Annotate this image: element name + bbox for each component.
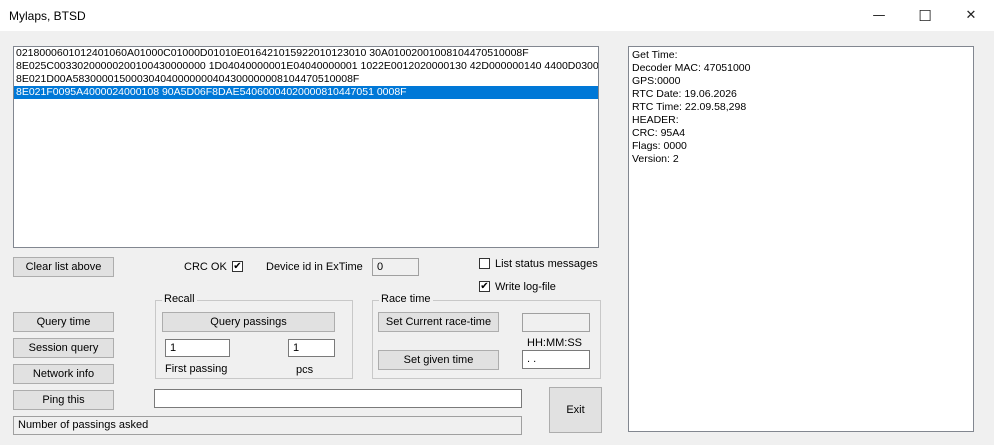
given-time-field[interactable]: . .: [522, 350, 590, 369]
write-log-label: Write log-file: [495, 281, 556, 293]
query-passings-button[interactable]: Query passings: [162, 312, 335, 332]
set-given-time-button[interactable]: Set given time: [378, 350, 499, 370]
device-id-field[interactable]: 0: [372, 258, 419, 276]
info-line: RTC Date: 19.06.2026: [632, 88, 737, 100]
time-format-label: HH:MM:SS: [527, 337, 582, 349]
session-query-button[interactable]: Session query: [13, 338, 114, 358]
clear-list-button[interactable]: Clear list above: [13, 257, 114, 277]
maximize-icon: ☐: [918, 6, 932, 25]
race-time-group-title: Race time: [379, 293, 433, 305]
crc-ok-checkbox[interactable]: ✔: [232, 261, 243, 272]
info-line: CRC: 95A4: [632, 127, 686, 139]
info-line: Decoder MAC: 47051000: [632, 62, 751, 74]
command-input[interactable]: [154, 389, 522, 408]
list-item-selected[interactable]: 8E021F0095A4000024000108 90A5D06F8DAE540…: [14, 86, 598, 99]
network-info-button[interactable]: Network info: [13, 364, 114, 384]
query-time-button[interactable]: Query time: [13, 312, 114, 332]
list-status-label: List status messages: [495, 258, 598, 270]
maximize-button[interactable]: ☐: [902, 0, 948, 31]
first-passing-label: First passing: [165, 363, 228, 375]
write-log-checkbox[interactable]: ✔: [479, 281, 490, 292]
minimize-icon: —: [872, 8, 886, 23]
set-current-race-time-button[interactable]: Set Current race-time: [378, 312, 499, 332]
info-line: Version: 2: [632, 153, 679, 165]
info-line: HEADER:: [632, 114, 679, 126]
pcs-field[interactable]: 1: [288, 339, 335, 357]
close-button[interactable]: ✕: [948, 0, 994, 31]
device-id-label: Device id in ExTime: [266, 261, 363, 273]
pcs-label: pcs: [296, 364, 314, 376]
title-bar: Mylaps, BTSD — ☐ ✕: [0, 0, 994, 31]
list-item[interactable]: 0218000601012401060A01000C01000D01010E01…: [14, 47, 598, 60]
check-icon: ✔: [480, 281, 489, 292]
info-line: GPS:0000: [632, 75, 681, 87]
list-item[interactable]: 8E021D00A5830000150003040400000004043000…: [14, 73, 598, 86]
window-title: Mylaps, BTSD: [9, 9, 86, 23]
passing-list[interactable]: 0218000601012401060A01000C01000D01010E01…: [13, 46, 599, 248]
info-line: Get Time:: [632, 49, 678, 61]
ping-this-button[interactable]: Ping this: [13, 390, 114, 410]
status-bar: Number of passings asked: [13, 416, 522, 435]
info-panel[interactable]: Get Time: Decoder MAC: 47051000 GPS:0000…: [628, 46, 974, 432]
minimize-button[interactable]: —: [856, 0, 902, 31]
info-line: RTC Time: 22.09.58,298: [632, 101, 747, 113]
close-icon: ✕: [965, 8, 977, 23]
exit-button[interactable]: Exit: [549, 387, 602, 433]
list-status-checkbox[interactable]: [479, 258, 490, 269]
recall-group-title: Recall: [162, 293, 197, 305]
crc-ok-label: CRC OK: [184, 261, 227, 273]
info-line: Flags: 0000: [632, 140, 687, 152]
first-passing-field[interactable]: 1: [165, 339, 230, 357]
list-item[interactable]: 8E025C00330200000200100430000000 1D04040…: [14, 60, 598, 73]
check-icon: ✔: [233, 261, 242, 272]
current-race-time-field[interactable]: [522, 313, 590, 332]
